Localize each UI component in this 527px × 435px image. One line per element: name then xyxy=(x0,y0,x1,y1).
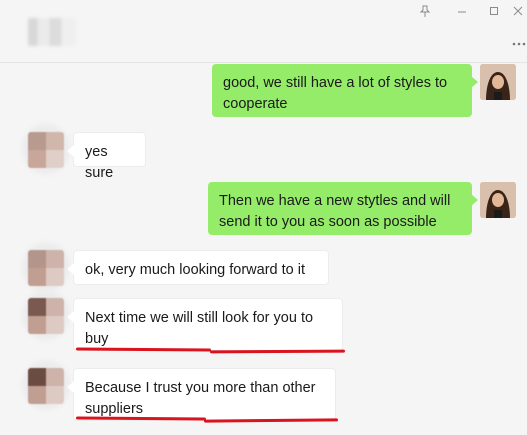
message-text: good, we still have a lot of styles to c… xyxy=(223,75,448,112)
message-text: ok, very much looking forward to it xyxy=(85,262,306,278)
minimize-icon[interactable] xyxy=(453,2,471,20)
message-text: Next time we will still look for you to … xyxy=(85,310,314,347)
message-bubble-theirs[interactable]: Because I trust you more than other supp… xyxy=(67,368,336,421)
pin-icon[interactable] xyxy=(416,2,434,20)
contact-avatar[interactable] xyxy=(28,132,64,168)
close-icon[interactable] xyxy=(509,2,527,20)
message-bubble-theirs[interactable]: Next time we will still look for you to … xyxy=(67,298,343,351)
message-text: Then we have a new stytles and will send… xyxy=(219,193,451,230)
message-text: yes sure xyxy=(85,144,114,181)
highlight-underline xyxy=(203,418,339,423)
my-avatar[interactable] xyxy=(480,64,516,100)
chat-header xyxy=(0,0,527,63)
message-bubble-mine[interactable]: Then we have a new stytles and will send… xyxy=(208,182,478,235)
contact-avatar[interactable] xyxy=(28,298,64,334)
message-bubble-theirs[interactable]: ok, very much looking forward to it xyxy=(67,250,329,285)
highlight-underline xyxy=(209,349,346,354)
contact-name-blurred xyxy=(28,18,76,46)
maximize-icon[interactable] xyxy=(485,2,503,20)
message-bubble-theirs[interactable]: yes sure xyxy=(67,132,146,181)
message-text: Because I trust you more than other supp… xyxy=(85,380,316,417)
my-avatar[interactable] xyxy=(480,182,516,218)
message-bubble-mine[interactable]: good, we still have a lot of styles to c… xyxy=(212,64,478,117)
contact-avatar[interactable] xyxy=(28,250,64,286)
contact-avatar[interactable] xyxy=(28,368,64,404)
more-icon[interactable] xyxy=(511,36,527,46)
